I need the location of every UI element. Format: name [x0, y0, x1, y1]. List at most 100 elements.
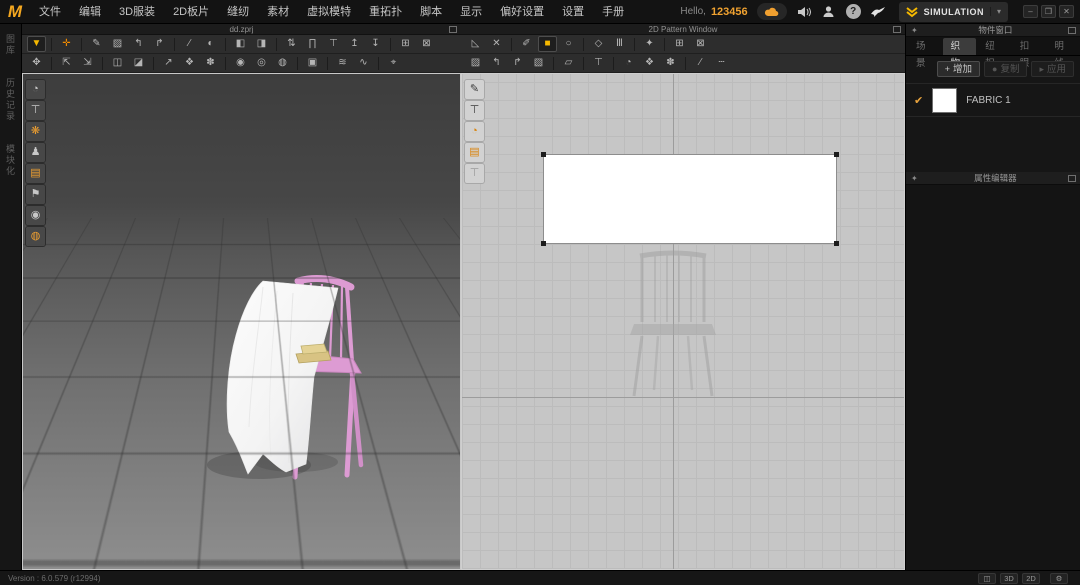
pleats-tool-icon[interactable]: Ⅲ [610, 36, 629, 52]
tape-measure-icon[interactable]: ↗ [159, 55, 178, 71]
dock-tab[interactable]: 图库 [4, 34, 17, 56]
wind-a-icon[interactable]: ≋ [333, 55, 352, 71]
speaker-button[interactable] [796, 4, 812, 20]
free-sewing-icon[interactable]: ↱ [508, 55, 527, 71]
simulation-mode-dropdown[interactable]: SIMULATION ▾ [899, 2, 1008, 22]
show-pin-icon[interactable]: ⚑ [26, 185, 45, 204]
pattern-handle[interactable] [834, 152, 839, 157]
3d-view-button[interactable]: 3D [1000, 573, 1018, 584]
edit-pattern-icon[interactable]: ✕ [487, 36, 506, 52]
show-avatar-icon[interactable]: ♟ [26, 143, 45, 162]
menu-item[interactable]: 手册 [593, 0, 633, 24]
fabric-list-item[interactable]: ✔ FABRIC 1 [906, 83, 1080, 117]
sewing-machine-icon[interactable]: ▨ [108, 36, 127, 52]
dart-tool-icon[interactable]: ◇ [589, 36, 608, 52]
pin-tool-icon[interactable]: ∕ [180, 36, 199, 52]
account-button[interactable] [821, 4, 837, 20]
dock-tab[interactable]: 历史记录 [4, 78, 17, 122]
grid-dense-icon[interactable]: ⊠ [691, 36, 710, 52]
ellipse-tool-icon[interactable]: ○ [559, 36, 578, 52]
flatten-y-icon[interactable]: ◪ [129, 55, 148, 71]
fabric-swatch[interactable] [932, 88, 957, 113]
texture-edit-icon[interactable]: ◔ [619, 55, 638, 71]
graphic-icon[interactable]: ❖ [640, 55, 659, 71]
steam-iron-icon[interactable]: ▱ [559, 55, 578, 71]
show-head-icon[interactable]: ◉ [26, 206, 45, 225]
flatten-x-icon[interactable]: ◫ [108, 55, 127, 71]
close-button[interactable]: ✕ [1059, 5, 1074, 18]
grading-line-icon[interactable]: ∕ [691, 55, 710, 71]
show-fabric-icon[interactable]: ▤ [26, 164, 45, 183]
float-window-icon[interactable] [1068, 175, 1076, 182]
menu-item[interactable]: 3D服装 [110, 0, 164, 24]
arrange-right-icon[interactable]: ◨ [252, 36, 271, 52]
fold-arrangement-3d-icon[interactable]: ↱ [150, 36, 169, 52]
copy-fabric-button[interactable]: ● 复制 [984, 61, 1027, 77]
seam-figure-icon[interactable]: ✦ [640, 36, 659, 52]
object-tab[interactable]: 明线 [1046, 38, 1080, 55]
menu-item[interactable]: 虚拟模特 [298, 0, 360, 24]
select-brush-icon[interactable]: ✎ [87, 36, 106, 52]
object-tab[interactable]: 织物 [943, 38, 977, 55]
apply-fabric-button[interactable]: ▸ 应用 [1031, 61, 1074, 77]
dock-pin-icon[interactable]: ✦ [906, 26, 923, 35]
tape-flower-icon[interactable]: ✽ [201, 55, 220, 71]
simulate-icon[interactable]: ▼ [27, 36, 46, 52]
menu-item[interactable]: 编辑 [70, 0, 110, 24]
menu-item[interactable]: 重拓扑 [360, 0, 411, 24]
hanger-icon[interactable]: ⇅ [282, 36, 301, 52]
2d-view-button[interactable]: 2D [1022, 573, 1040, 584]
community-button[interactable] [870, 4, 886, 20]
help-button[interactable]: ? [846, 4, 861, 19]
mannequin-icon[interactable]: ▣ [303, 55, 322, 71]
tape-circle-icon[interactable]: ❖ [180, 55, 199, 71]
menu-item[interactable]: 缝纫 [218, 0, 258, 24]
restore-button[interactable]: ❒ [1041, 5, 1056, 18]
detail-sewing-icon[interactable]: ▧ [529, 55, 548, 71]
show-fabric-icon[interactable]: ▤ [465, 143, 484, 162]
show-silhouette-icon[interactable]: ⊤ [465, 164, 484, 183]
menu-item[interactable]: 素材 [258, 0, 298, 24]
wind-b-icon[interactable]: ∿ [354, 55, 373, 71]
show-stroke-icon[interactable]: ✎ [465, 80, 484, 99]
grid-icon[interactable]: ⊞ [396, 36, 415, 52]
pattern-handle[interactable] [834, 241, 839, 246]
menu-item[interactable]: 文件 [30, 0, 70, 24]
show-environment-icon[interactable]: ◍ [26, 227, 45, 246]
menu-item[interactable]: 脚本 [411, 0, 451, 24]
object-tab[interactable]: 扣眼 [1012, 38, 1046, 55]
viewport-2d[interactable]: ✎⊤◔▤⊤ [461, 73, 905, 570]
show-cloth-icon[interactable]: ◔ [26, 80, 45, 99]
fold-arrangement-icon[interactable]: ↰ [129, 36, 148, 52]
dock-pin-icon[interactable]: ✦ [906, 174, 923, 183]
viewport-3d[interactable]: ◔ ⊤ ❋ ♟ ▤ ⚑ ◉ ◍ [22, 73, 461, 570]
avatar-lower-icon[interactable]: ↧ [366, 36, 385, 52]
show-garment-icon[interactable]: ⊤ [26, 101, 45, 120]
settings-gear-button[interactable]: ⚙ [1050, 573, 1068, 584]
basting-icon[interactable]: ┄ [712, 55, 731, 71]
button-icon[interactable]: ◉ [231, 55, 250, 71]
pattern-piece[interactable] [543, 154, 837, 244]
avatar-raise-icon[interactable]: ↥ [345, 36, 364, 52]
split-view-button[interactable]: ◫ [978, 573, 996, 584]
add-fabric-button[interactable]: + 增加 [937, 61, 980, 77]
pattern-handle[interactable] [541, 152, 546, 157]
select-move-icon[interactable]: ✛ [57, 36, 76, 52]
superimpose-icon[interactable]: ◐ [201, 36, 220, 52]
object-tab[interactable]: 纽扣 [977, 38, 1011, 55]
show-garment-icon[interactable]: ⊤ [465, 101, 484, 120]
show-garment-icon[interactable]: ⊤ [589, 55, 608, 71]
buttonhole-icon[interactable]: ◎ [252, 55, 271, 71]
float-window-icon[interactable] [449, 26, 457, 33]
pattern-handle[interactable] [541, 241, 546, 246]
show-mesh-icon[interactable]: ❋ [26, 122, 45, 141]
graphic-pattern-icon[interactable]: ✽ [661, 55, 680, 71]
edit-sewing-icon[interactable]: ▨ [466, 55, 485, 71]
menu-item[interactable]: 偏好设置 [491, 0, 553, 24]
avatar-pose-b-icon[interactable]: ⇲ [78, 55, 97, 71]
transform-pattern-icon[interactable]: ◺ [466, 36, 485, 52]
show-pants-icon[interactable]: ∏ [303, 36, 322, 52]
menu-item[interactable]: 2D板片 [164, 0, 218, 24]
dock-tab[interactable]: 模块化 [4, 144, 17, 177]
float-window-icon[interactable] [893, 26, 901, 33]
